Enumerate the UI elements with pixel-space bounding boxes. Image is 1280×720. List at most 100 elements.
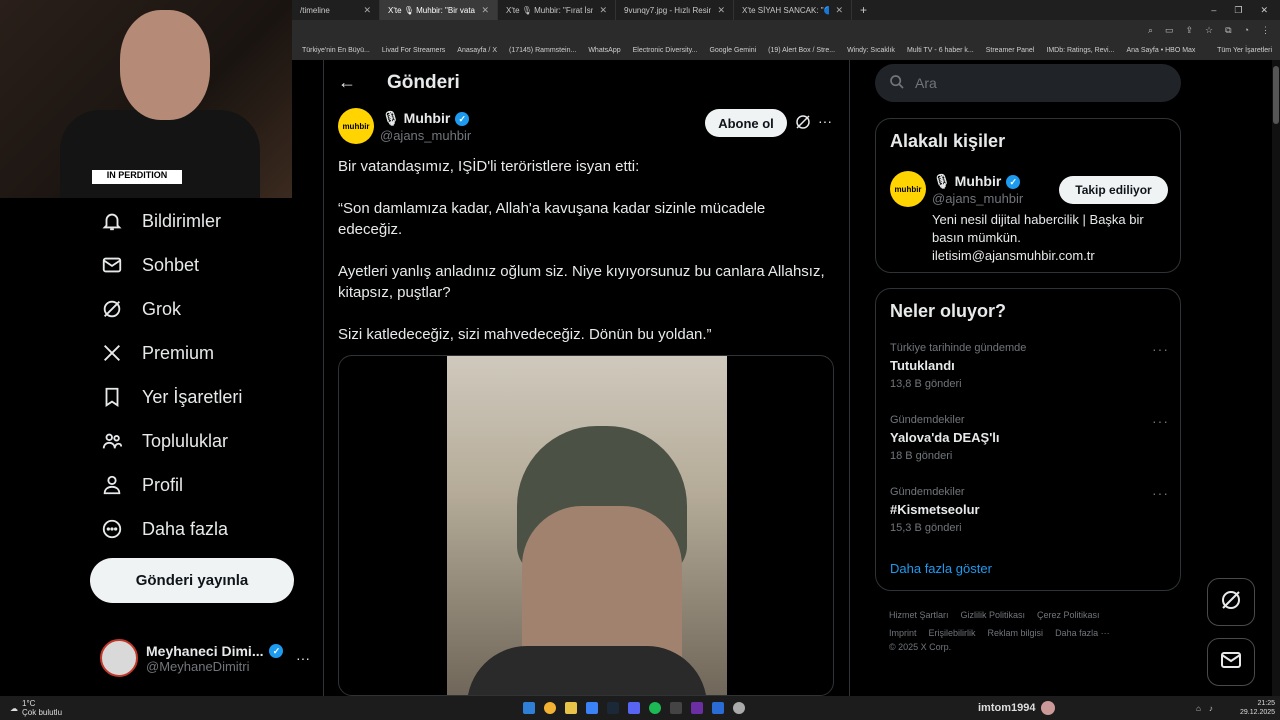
bookmark[interactable]: Google Gemini: [709, 47, 756, 54]
following-button[interactable]: Takip ediliyor: [1059, 176, 1168, 204]
nav-item-bookmarks[interactable]: Yer İşaretleri: [100, 381, 242, 413]
nav-item-communities[interactable]: Topluluklar: [100, 425, 228, 457]
related-avatar[interactable]: muhbir: [890, 171, 926, 207]
app-icon[interactable]: [733, 702, 745, 714]
browser-tab[interactable]: X'te SİYAH SANCAK: "🔵 Yalov...✕: [734, 0, 852, 20]
grok-icon[interactable]: [794, 113, 812, 136]
close-window-icon[interactable]: ✕: [1260, 5, 1268, 16]
footer-links: Hizmet Şartları Gizlilik Politikası Çere…: [889, 610, 1179, 652]
spotify-icon[interactable]: [649, 702, 661, 714]
trend-more-icon[interactable]: ···: [1152, 485, 1169, 501]
new-tab-icon[interactable]: +: [852, 0, 875, 20]
account-more-icon[interactable]: ···: [296, 650, 310, 666]
nav-item-premium[interactable]: Premium: [100, 337, 214, 369]
trend-item[interactable]: Türkiye tarihinde gündemde Tutuklandı 13…: [890, 342, 1170, 390]
author-name-row[interactable]: 🎙 Muhbir ✓: [382, 110, 470, 127]
nav-item-profile[interactable]: Profil: [100, 469, 183, 501]
bookmark[interactable]: Multi TV - 6 haber k...: [907, 47, 974, 54]
post-button[interactable]: Gönderi yayınla: [90, 558, 294, 603]
bell-icon: [100, 209, 124, 233]
trend-more-icon[interactable]: ···: [1152, 413, 1169, 429]
weather-widget[interactable]: ☁ 1°C Çok bulutlu: [0, 699, 62, 717]
profile-icon[interactable]: ◔: [1244, 25, 1249, 35]
close-tab-icon[interactable]: ✕: [363, 5, 371, 16]
author-avatar[interactable]: muhbir: [338, 108, 374, 144]
footer-link[interactable]: Hizmet Şartları: [889, 610, 949, 620]
bookmark[interactable]: Livad For Streamers: [382, 47, 445, 54]
start-icon[interactable]: [523, 702, 535, 714]
nav-item-chat[interactable]: Sohbet: [100, 249, 199, 281]
scrollbar-track[interactable]: [1272, 60, 1280, 696]
webcam-face: [120, 10, 210, 120]
cast-icon[interactable]: ▭: [1165, 25, 1174, 36]
related-handle[interactable]: @ajans_muhbir: [932, 191, 1023, 206]
account-switcher[interactable]: Meyhaneci Dimi... ✓ @MeyhaneDimitri ···: [100, 636, 310, 680]
menu-icon[interactable]: ⋮: [1261, 25, 1270, 36]
bookmark[interactable]: (17145) Rammstein...: [509, 47, 576, 54]
bookmark[interactable]: (19) Alert Box / Stre...: [768, 47, 835, 54]
back-arrow-icon[interactable]: ←: [338, 72, 362, 96]
close-tab-icon[interactable]: ✕: [835, 5, 843, 16]
chrome-icon[interactable]: [544, 702, 556, 714]
bookmark[interactable]: Windy: Sıcaklık: [847, 47, 895, 54]
bookmark[interactable]: Streamer Panel: [986, 47, 1035, 54]
nav-item-more[interactable]: Daha fazla: [100, 513, 228, 545]
bookmark[interactable]: WhatsApp: [588, 47, 620, 54]
app-icon[interactable]: [586, 702, 598, 714]
extensions-icon[interactable]: ⧉: [1225, 25, 1231, 36]
related-name-row[interactable]: 🎙 Muhbir ✓: [933, 173, 1021, 190]
close-tab-icon[interactable]: ✕: [717, 5, 725, 16]
app-icon[interactable]: [691, 702, 703, 714]
app-icon[interactable]: [712, 702, 724, 714]
bookmark-folder[interactable]: Tüm Yer İşaretleri: [1217, 47, 1280, 54]
show-more-link[interactable]: Daha fazla göster: [890, 561, 992, 576]
browser-tab[interactable]: /timeline ✕: [292, 0, 380, 20]
footer-link[interactable]: Gizlilik Politikası: [961, 610, 1026, 620]
trend-item[interactable]: Gündemdekiler #Kismetseolur 15,3 B gönde…: [890, 486, 1170, 534]
post-video[interactable]: [338, 355, 834, 696]
trend-title: Tutuklandı: [890, 358, 955, 373]
discord-icon[interactable]: [628, 702, 640, 714]
footer-link[interactable]: Imprint: [889, 628, 917, 638]
author-handle[interactable]: @ajans_muhbir: [380, 128, 471, 143]
bookmark[interactable]: Ana Sayfa • HBO Max: [1126, 47, 1195, 54]
share-icon[interactable]: ⇪: [1186, 25, 1194, 36]
post-text-line: Ayetleri yanlış anladınız oğlum siz. Niy…: [338, 263, 825, 301]
minimize-icon[interactable]: –: [1211, 5, 1216, 16]
app-icon[interactable]: [670, 702, 682, 714]
bookmark[interactable]: Anasayfa / X: [457, 47, 497, 54]
network-icon[interactable]: ⌂: [1196, 704, 1201, 713]
post-more-icon[interactable]: ···: [818, 113, 832, 129]
close-tab-icon[interactable]: ✕: [481, 5, 489, 16]
footer-link[interactable]: Daha fazla ···: [1055, 628, 1110, 638]
nav-item-notifications[interactable]: Bildirimler: [100, 205, 221, 237]
trend-more-icon[interactable]: ···: [1152, 341, 1169, 357]
star-icon[interactable]: ☆: [1205, 25, 1213, 36]
bookmark[interactable]: IMDb: Ratings, Revi...: [1046, 47, 1114, 54]
footer-link[interactable]: Reklam bilgisi: [988, 628, 1044, 638]
volume-icon[interactable]: ♪: [1209, 704, 1213, 713]
account-handle: @MeyhaneDimitri: [146, 658, 250, 674]
zoom-icon[interactable]: ⌕: [1148, 25, 1153, 36]
browser-tab[interactable]: 9vunqy7.jpg - Hızlı Resim ✕: [616, 0, 734, 20]
restore-icon[interactable]: ❐: [1234, 5, 1242, 16]
folder-icon[interactable]: [565, 702, 577, 714]
video-frame[interactable]: [447, 356, 727, 695]
clock[interactable]: 21:25 29.12.2025: [1240, 699, 1275, 717]
messages-fab[interactable]: [1207, 638, 1255, 686]
browser-tab[interactable]: X'te 🎙 Muhbir: "Fırat İsmail İlk...✕: [498, 0, 616, 20]
footer-link[interactable]: Çerez Politikası: [1037, 610, 1100, 620]
footer-link[interactable]: Erişilebilirlik: [929, 628, 976, 638]
bookmark[interactable]: Electronic Diversity...: [633, 47, 698, 54]
nav-item-grok[interactable]: Grok: [100, 293, 181, 325]
trend-item[interactable]: Gündemdekiler Yalova'da DEAŞ'lı 18 B gön…: [890, 414, 1170, 462]
bookmark[interactable]: Türkiye'nin En Büyü...: [302, 47, 370, 54]
search-input[interactable]: Ara: [875, 64, 1181, 102]
browser-tab-active[interactable]: X'te 🎙 Muhbir: "Bir vatandaşımız...✕: [380, 0, 498, 20]
scrollbar-thumb[interactable]: [1273, 66, 1279, 124]
subscribe-button[interactable]: Abone ol: [705, 109, 787, 137]
steam-icon[interactable]: [607, 702, 619, 714]
grok-fab[interactable]: [1207, 578, 1255, 626]
related-title: Alakalı kişiler: [890, 131, 1006, 151]
close-tab-icon[interactable]: ✕: [599, 5, 607, 16]
